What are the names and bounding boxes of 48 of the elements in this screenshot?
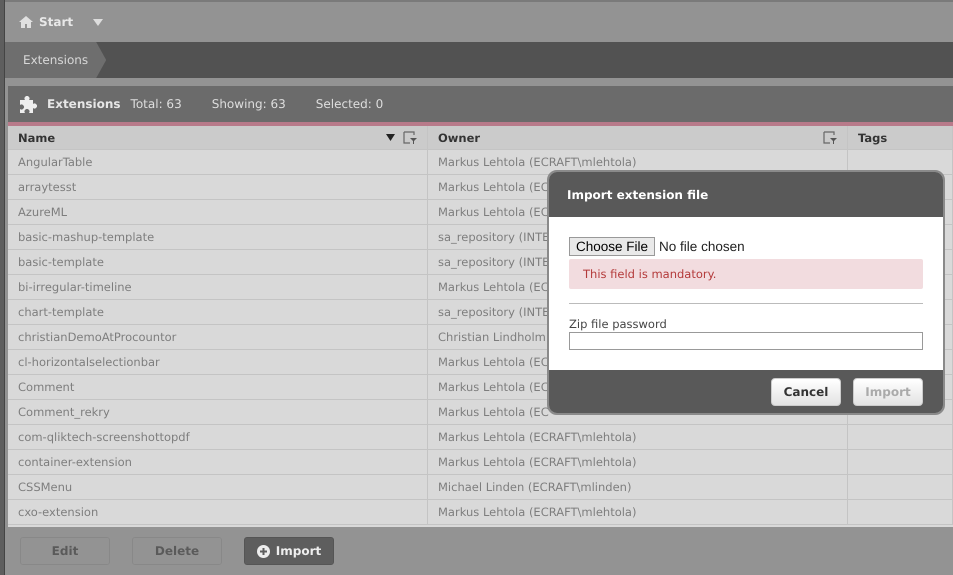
table-cell: Comment_rekry	[18, 405, 110, 419]
table-cell: Markus Lehtola (EC	[438, 180, 549, 194]
table-cell: cxo-extension	[18, 505, 98, 519]
table-cell: AzureML	[18, 205, 68, 219]
table-cell: Comment	[18, 380, 74, 394]
dialog-button[interactable]: Cancel	[771, 378, 841, 406]
table-cell: basic-template	[18, 255, 104, 269]
stat-text: Total: 63	[130, 97, 182, 111]
table-cell: Markus Lehtola (EC	[438, 280, 549, 294]
plus-icon	[256, 544, 270, 558]
file-status: No file chosen	[659, 239, 745, 254]
stat-text: Showing: 63	[212, 97, 286, 111]
table-cell: arraytesst	[18, 180, 76, 194]
table-cell: Markus Lehtola (ECRAFT\mlehtola)	[438, 430, 636, 444]
password-field[interactable]	[569, 332, 923, 350]
table-cell: container-extension	[18, 455, 132, 469]
table-cell: Markus Lehtola (ECRAFT\mlehtola)	[438, 455, 636, 469]
puzzle-icon	[20, 96, 37, 112]
dialog-title: Import extension file	[567, 188, 708, 202]
table-cell: cl-horizontalselectionbar	[18, 355, 160, 369]
table-cell: Michael Linden (ECRAFT\mlinden)	[438, 480, 632, 494]
field-label: Zip file password	[569, 317, 668, 331]
sort-icon[interactable]	[386, 134, 395, 141]
footer-button[interactable]: Import	[244, 537, 334, 565]
error-message: This field is mandatory.	[569, 259, 923, 289]
table-cell: Markus Lehtola (EC	[438, 355, 549, 369]
table-cell: christianDemoAtProcountor	[18, 330, 176, 344]
table-cell: com-qliktech-screenshottopdf	[18, 430, 190, 444]
panel-title: Extensions	[47, 97, 121, 111]
table-cell: CSSMenu	[18, 480, 72, 494]
table-cell: Markus Lehtola (ECRAFT\mlehtola)	[438, 155, 636, 169]
choose-file-button[interactable]: Choose File	[569, 237, 656, 256]
table-cell: Markus Lehtola (EC	[438, 380, 549, 394]
column-header[interactable]: Tags	[848, 126, 953, 149]
table-cell: AngularTable	[18, 155, 92, 169]
table-cell: bi-irregular-timeline	[18, 280, 132, 294]
filter-icon[interactable]	[403, 131, 417, 144]
table-cell: chart-template	[18, 305, 104, 319]
table-cell: Markus Lehtola (EC	[438, 205, 549, 219]
filter-icon[interactable]	[823, 131, 837, 144]
table-cell: Christian Lindholm	[438, 330, 546, 344]
column-header[interactable]: Name	[8, 126, 428, 149]
column-header[interactable]: Owner	[428, 126, 848, 149]
stat-text: Selected: 0	[316, 97, 384, 111]
breadcrumb-item[interactable]: Extensions	[5, 42, 106, 78]
table-cell: Markus Lehtola (EC	[438, 405, 549, 419]
table-cell: basic-mashup-template	[18, 230, 154, 244]
table-cell: Markus Lehtola (ECRAFT\mlehtola)	[438, 505, 636, 519]
